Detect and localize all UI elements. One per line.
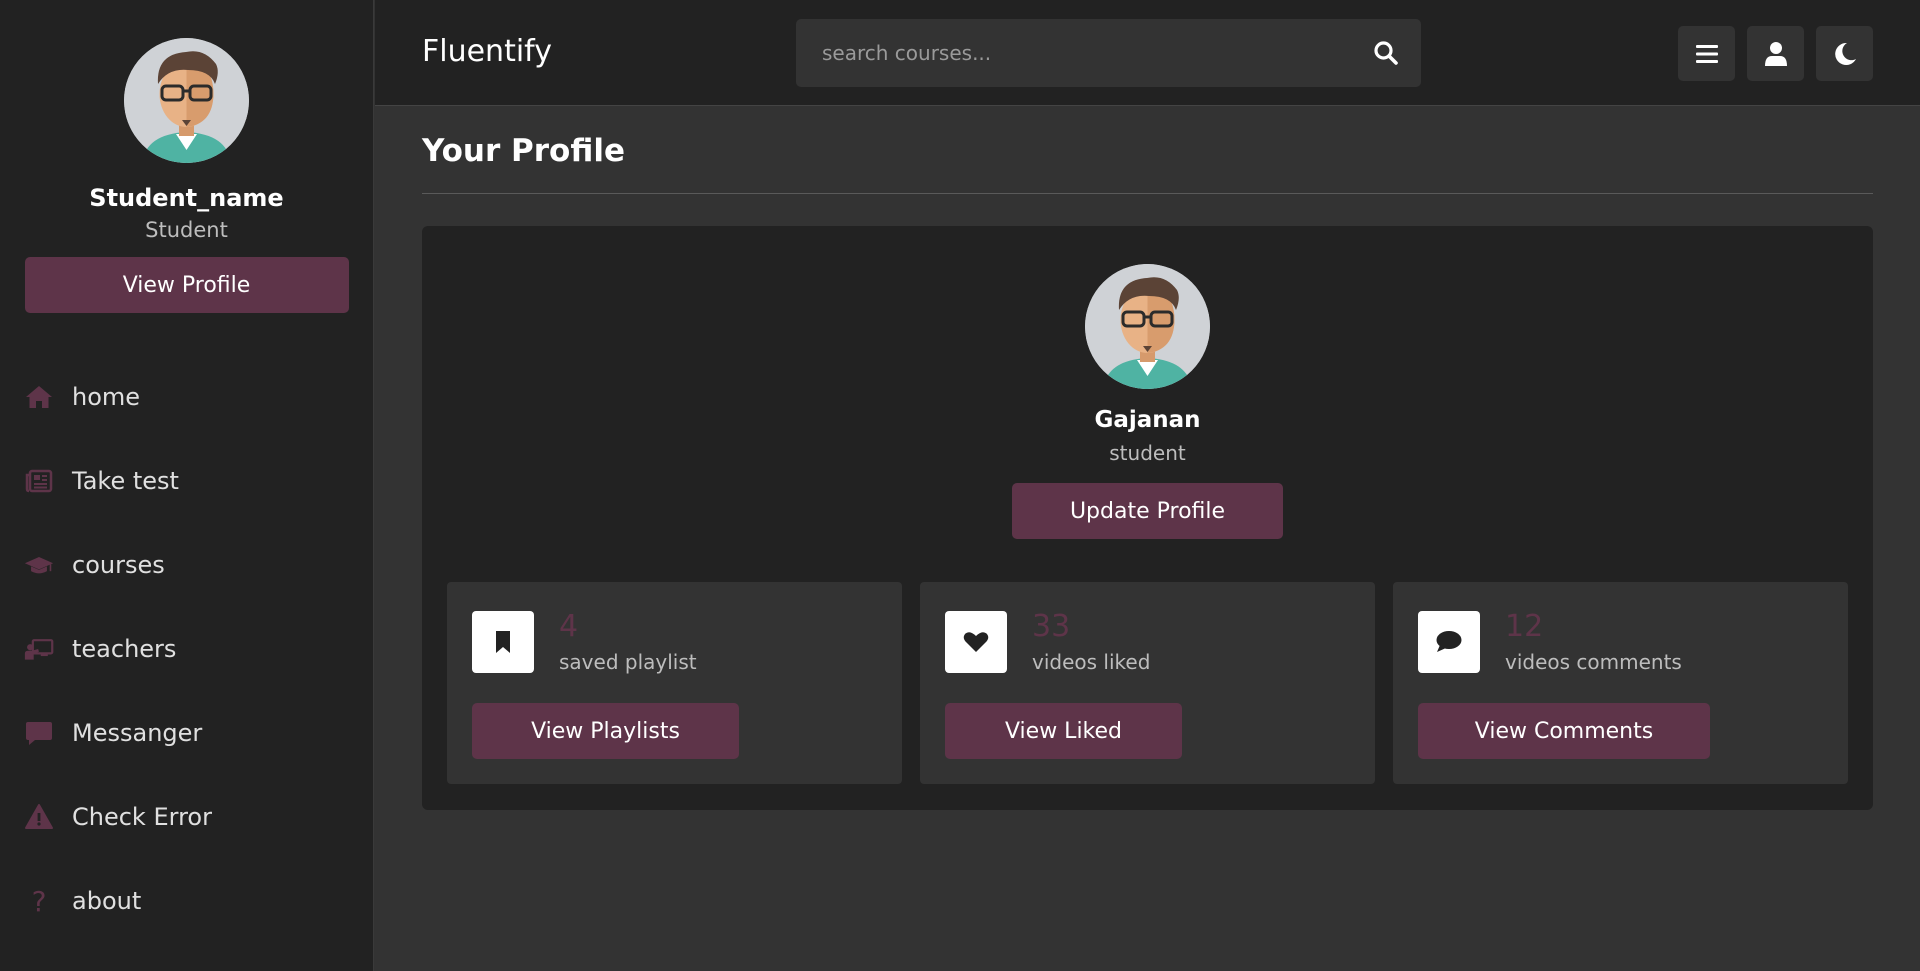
heart-icon-box [945, 611, 1007, 673]
sidebar-item-messanger[interactable]: Messanger [0, 691, 373, 775]
user-icon [1764, 41, 1787, 66]
warning-icon [25, 804, 53, 829]
sidebar-item-home[interactable]: home [0, 355, 373, 439]
view-comments-button[interactable]: View Comments [1418, 703, 1710, 759]
theme-toggle-button[interactable] [1816, 26, 1873, 81]
graduation-cap-icon [24, 557, 54, 574]
sidebar-user-role: Student [145, 218, 228, 242]
sidebar-item-check-error[interactable]: Check Error [0, 775, 373, 859]
view-liked-button[interactable]: View Liked [945, 703, 1182, 759]
bookmark-icon-box [472, 611, 534, 673]
newspaper-icon [25, 469, 53, 493]
view-profile-button[interactable]: View Profile [24, 257, 349, 313]
stat-label: videos comments [1505, 650, 1682, 674]
top-header: Fluentify [375, 0, 1920, 106]
sidebar-item-take-test[interactable]: Take test [0, 439, 373, 523]
profile-summary: Gajanan student Update Profile [422, 264, 1873, 539]
message-icon [26, 722, 52, 745]
search-icon [1374, 41, 1398, 65]
sidebar-item-courses[interactable]: courses [0, 523, 373, 607]
profile-role: student [1109, 441, 1186, 465]
page-title: Your Profile [422, 133, 625, 169]
sidebar-item-label: Messanger [72, 719, 203, 747]
sidebar-item-label: Take test [72, 467, 179, 495]
stat-count: 12 [1505, 609, 1544, 644]
brand-logo-text[interactable]: Fluentify [422, 34, 552, 69]
search-button[interactable] [1351, 19, 1421, 87]
stat-count: 33 [1032, 609, 1071, 644]
title-divider [422, 193, 1873, 194]
user-button[interactable] [1747, 26, 1804, 81]
heart-icon [963, 632, 989, 652]
menu-icon [1695, 44, 1718, 63]
sidebar-item-label: home [72, 383, 141, 411]
profile-name: Gajanan [1094, 407, 1201, 433]
stats-cards: 4 saved playlist View Playlists 33 video… [447, 582, 1848, 784]
question-icon: ? [31, 884, 47, 918]
chalkboard-teacher-icon [24, 639, 54, 660]
avatar [1085, 264, 1210, 389]
search-bar [796, 19, 1421, 87]
sidebar-item-about[interactable]: ? about [0, 859, 373, 943]
search-input[interactable] [796, 19, 1351, 87]
sidebar-nav: home Take test courses teachers Messange… [0, 355, 373, 943]
avatar [124, 38, 249, 163]
stat-card-liked: 33 videos liked View Liked [920, 582, 1375, 784]
moon-icon [1834, 42, 1856, 65]
stat-count: 4 [559, 609, 579, 644]
profile-panel: Gajanan student Update Profile 4 saved p… [422, 226, 1873, 810]
bookmark-icon [496, 631, 510, 653]
menu-button[interactable] [1678, 26, 1735, 81]
main-content: Your Profile Gajanan student Update Prof… [375, 107, 1920, 971]
stat-card-playlists: 4 saved playlist View Playlists [447, 582, 902, 784]
sidebar-item-label: about [72, 887, 142, 915]
update-profile-button[interactable]: Update Profile [1012, 483, 1283, 539]
home-icon [26, 386, 52, 408]
stat-card-comments: 12 videos comments View Comments [1393, 582, 1848, 784]
sidebar-item-teachers[interactable]: teachers [0, 607, 373, 691]
stat-label: videos liked [1032, 650, 1151, 674]
sidebar-profile: Student_name Student View Profile [0, 0, 373, 313]
sidebar-item-label: teachers [72, 635, 177, 663]
stat-label: saved playlist [559, 650, 697, 674]
comment-icon [1436, 631, 1462, 652]
sidebar-item-label: Check Error [72, 803, 212, 831]
comment-icon-box [1418, 611, 1480, 673]
view-playlists-button[interactable]: View Playlists [472, 703, 739, 759]
sidebar-user-name: Student_name [89, 184, 284, 212]
sidebar: Student_name Student View Profile home T… [0, 0, 374, 971]
header-actions [1678, 26, 1873, 81]
sidebar-item-label: courses [72, 551, 165, 579]
